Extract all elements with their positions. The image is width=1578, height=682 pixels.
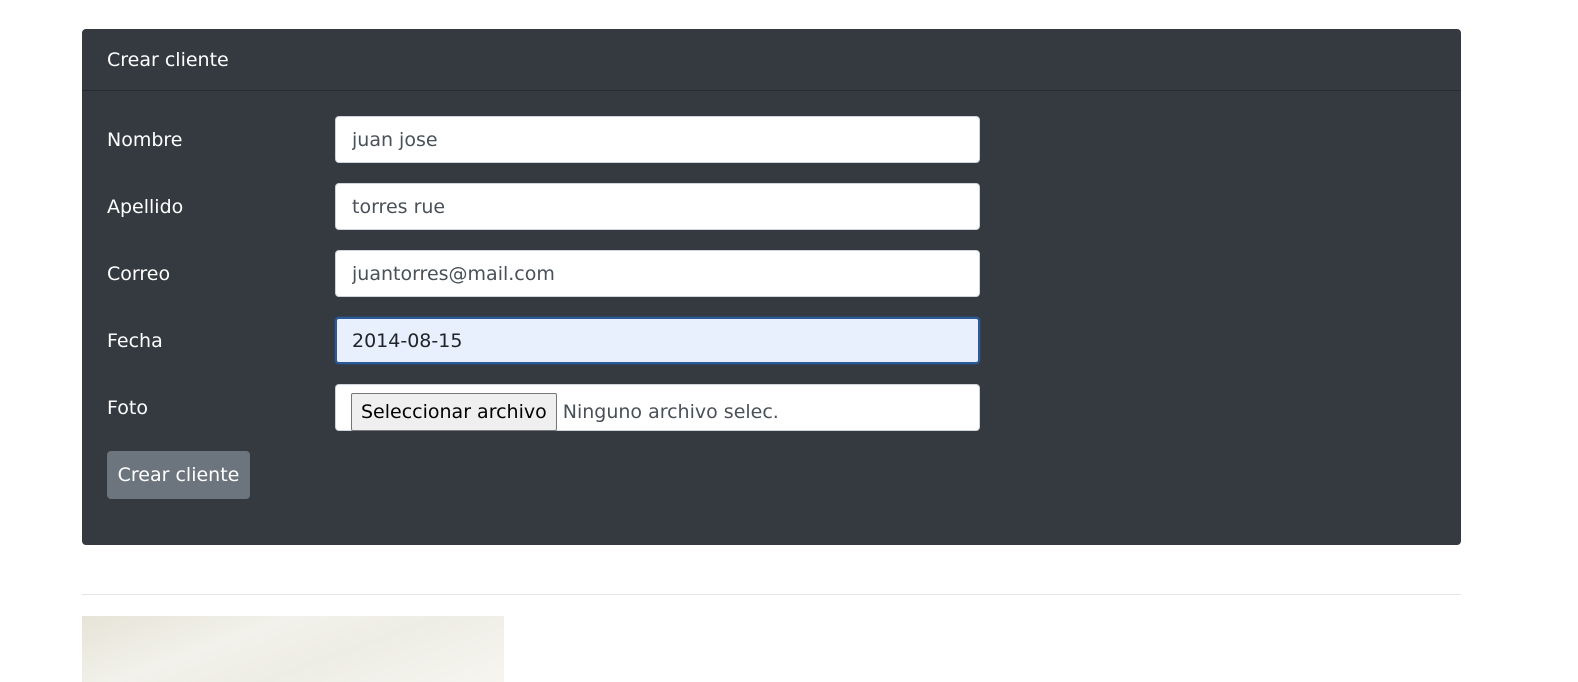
divider — [82, 594, 1461, 595]
card-header: Crear cliente — [82, 29, 1461, 91]
correo-row: Correo — [107, 250, 980, 297]
select-file-button[interactable]: Seleccionar archivo — [351, 392, 557, 431]
foto-row: Foto Seleccionar archivo Ninguno archivo… — [107, 384, 980, 431]
fecha-label: Fecha — [107, 329, 163, 352]
correo-label: Correo — [107, 262, 171, 285]
file-status-text: Ninguno archivo selec. — [562, 400, 779, 423]
create-client-button[interactable]: Crear cliente — [107, 451, 250, 499]
apellido-row: Apellido — [107, 183, 980, 230]
create-client-card: Crear cliente Nombre Apellido Correo Fec… — [82, 29, 1461, 545]
nombre-row: Nombre — [107, 116, 980, 163]
nombre-input[interactable] — [335, 116, 980, 163]
correo-input[interactable] — [335, 250, 980, 297]
photo-preview-image — [82, 616, 504, 682]
foto-file-input[interactable]: Seleccionar archivo Ninguno archivo sele… — [335, 384, 980, 431]
foto-label: Foto — [107, 396, 148, 419]
nombre-label: Nombre — [107, 128, 183, 151]
fecha-row: Fecha — [107, 317, 980, 364]
apellido-label: Apellido — [107, 195, 184, 218]
apellido-input[interactable] — [335, 183, 980, 230]
fecha-input[interactable] — [335, 317, 980, 364]
card-title: Crear cliente — [107, 48, 229, 71]
